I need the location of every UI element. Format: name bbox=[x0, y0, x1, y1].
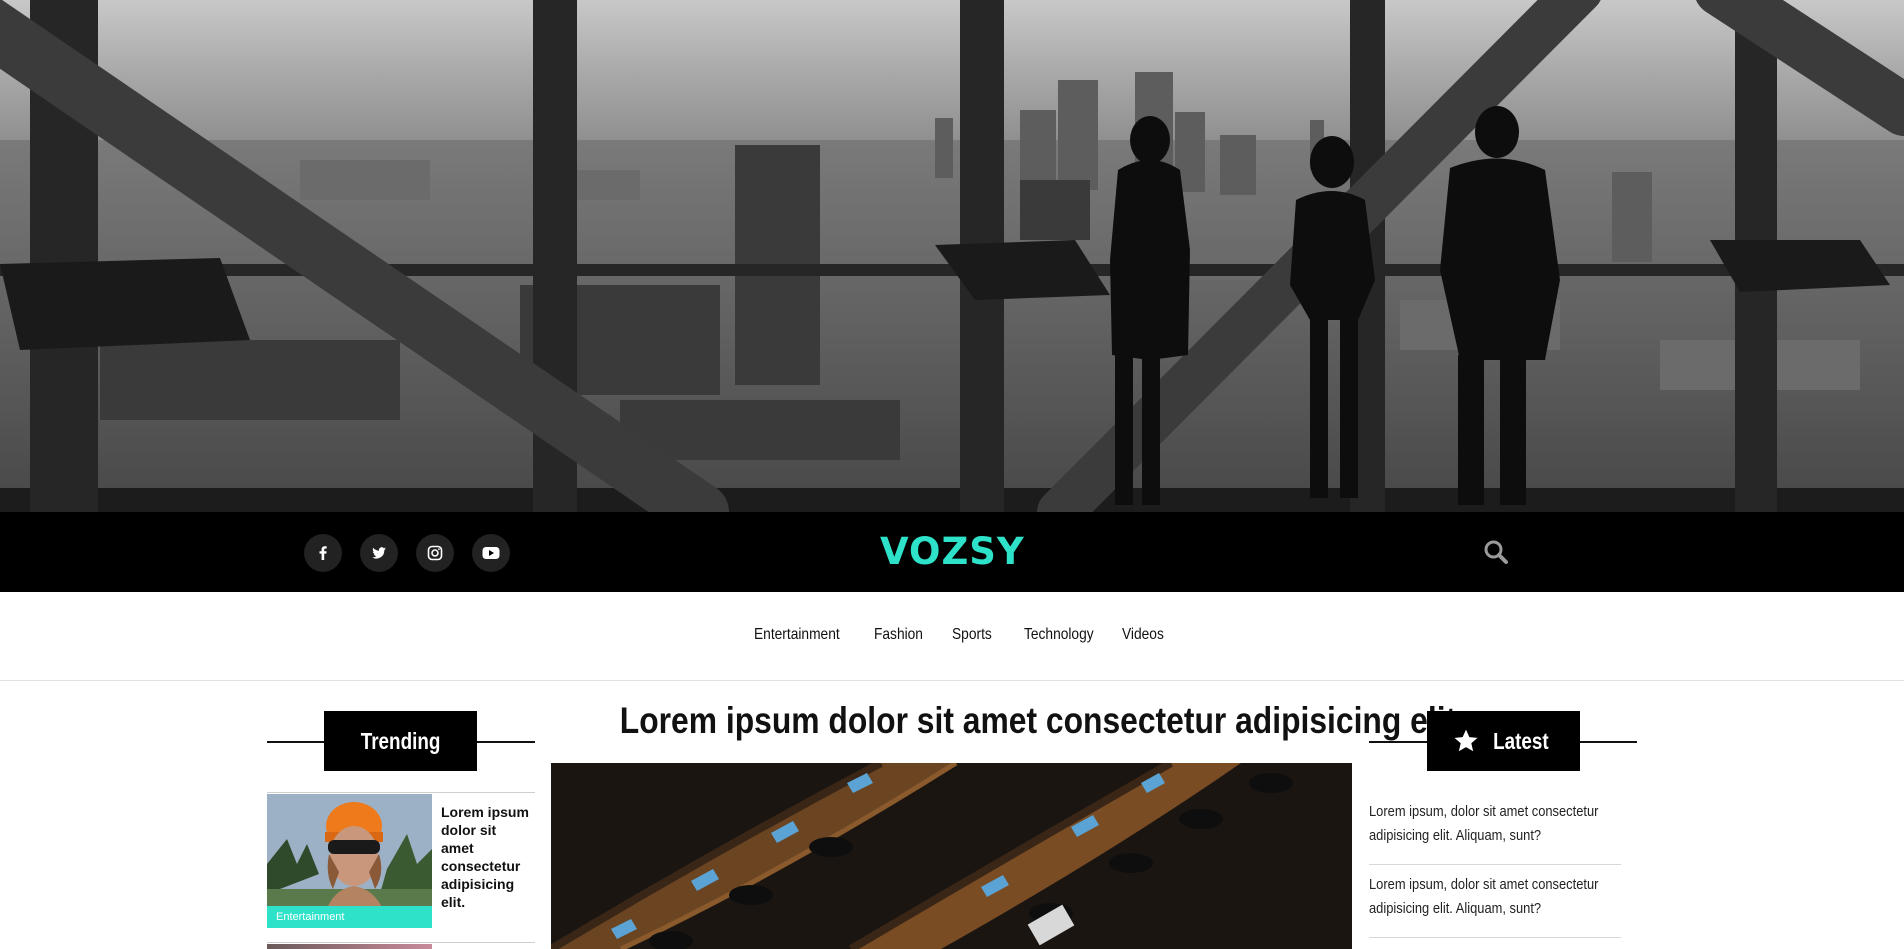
trending-card[interactable]: Entertainment Lorem ipsum dolor sit amet… bbox=[267, 792, 535, 928]
facebook-icon bbox=[319, 546, 327, 560]
trending-thumbnail[interactable]: Entertainment bbox=[267, 794, 432, 928]
latest-item[interactable]: Lorem ipsum, dolor sit amet consectetur … bbox=[1369, 873, 1621, 938]
main-article-photo bbox=[551, 763, 1352, 949]
search-icon[interactable] bbox=[1482, 538, 1510, 566]
social-links bbox=[304, 534, 510, 572]
trending-item-title[interactable]: Lorem ipsum dolor sit amet consectetur a… bbox=[441, 803, 531, 911]
hero-cityscape bbox=[0, 0, 1904, 512]
nav-item-fashion[interactable]: Fashion bbox=[874, 626, 923, 644]
nav-item-entertainment[interactable]: Entertainment bbox=[754, 626, 840, 644]
main-nav: Entertainment Fashion Sports Technology … bbox=[0, 592, 1904, 681]
trending-heading: Trending bbox=[324, 711, 477, 771]
nav-item-technology[interactable]: Technology bbox=[1024, 626, 1094, 644]
trending-thumbnail-next[interactable] bbox=[267, 944, 432, 949]
facebook-button[interactable] bbox=[304, 534, 342, 572]
latest-item-text: Lorem ipsum, dolor sit amet consectetur … bbox=[1369, 876, 1599, 917]
header-bar: VOZSY bbox=[0, 512, 1904, 592]
nav-item-sports[interactable]: Sports bbox=[952, 626, 992, 644]
main-article-title-text: Lorem ipsum dolor sit amet consectetur a… bbox=[619, 700, 1465, 741]
twitter-button[interactable] bbox=[360, 534, 398, 572]
trending-heading-label: Trending bbox=[360, 727, 441, 754]
latest-heading: Latest bbox=[1427, 711, 1580, 771]
nav-item-videos[interactable]: Videos bbox=[1122, 626, 1164, 644]
site-logo[interactable]: VOZSY bbox=[880, 530, 1024, 574]
youtube-icon bbox=[482, 547, 500, 559]
trending-category-tag[interactable]: Entertainment bbox=[267, 906, 432, 928]
instagram-icon bbox=[427, 545, 443, 561]
latest-heading-label: Latest bbox=[1492, 727, 1549, 754]
nav-items: Entertainment Fashion Sports Technology … bbox=[754, 626, 1164, 644]
main-article-title[interactable]: Lorem ipsum dolor sit amet consectetur a… bbox=[551, 700, 1465, 742]
trending-card-next[interactable] bbox=[267, 942, 535, 949]
main-article-image[interactable] bbox=[551, 763, 1352, 949]
star-icon bbox=[1454, 729, 1478, 752]
hero-image bbox=[0, 0, 1904, 512]
latest-item[interactable]: Lorem ipsum, dolor sit amet consectetur … bbox=[1369, 800, 1621, 865]
youtube-button[interactable] bbox=[472, 534, 510, 572]
twitter-icon bbox=[372, 547, 386, 559]
latest-item-text: Lorem ipsum, dolor sit amet consectetur … bbox=[1369, 803, 1599, 844]
instagram-button[interactable] bbox=[416, 534, 454, 572]
